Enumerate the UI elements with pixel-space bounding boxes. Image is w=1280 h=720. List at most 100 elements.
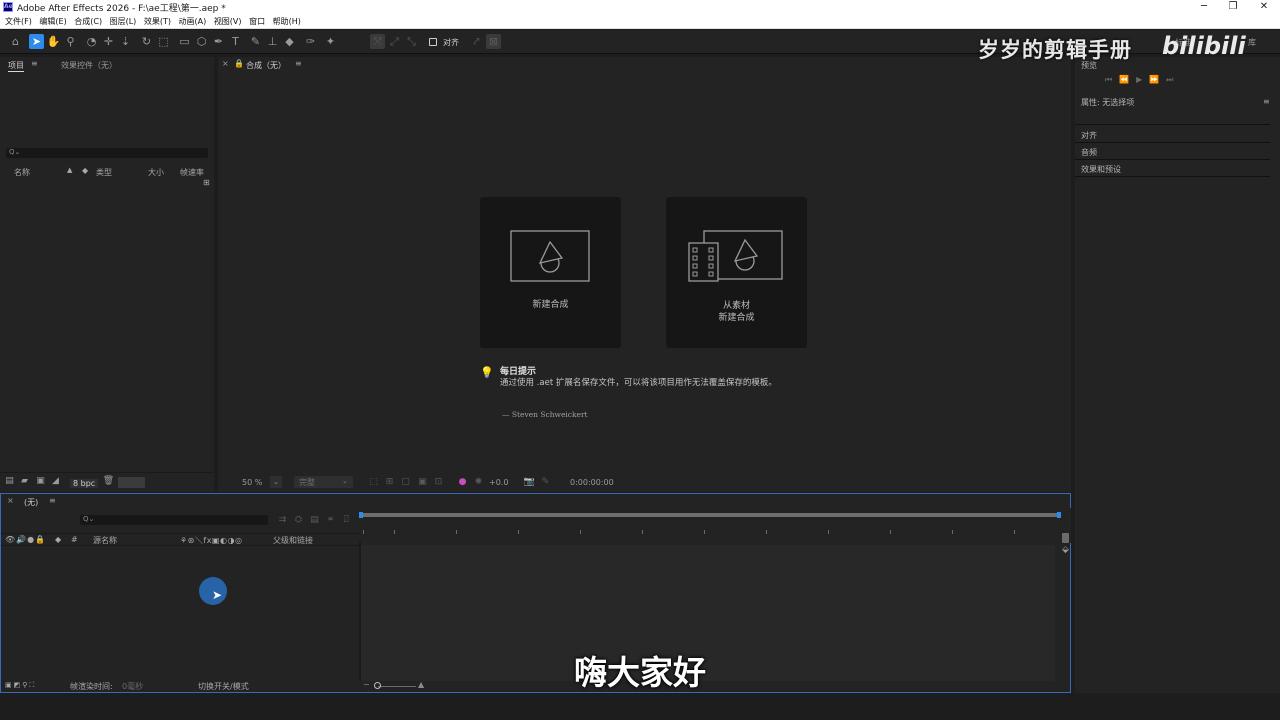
3d-view-icon[interactable]: ⊡ xyxy=(431,475,446,490)
restore-button[interactable]: ❐ xyxy=(1217,0,1249,15)
trash-icon[interactable]: 🗑 xyxy=(101,474,116,489)
new-folder-icon[interactable]: ▰ xyxy=(17,474,32,489)
lock-icon[interactable]: 🔒 xyxy=(234,59,244,68)
frame-blending-icon[interactable]: ⚭ xyxy=(323,513,338,528)
menu-window[interactable]: 窗口 xyxy=(249,15,265,28)
type-tool-icon[interactable]: T xyxy=(228,34,243,49)
comp-flowchart-icon[interactable]: ⇉ xyxy=(275,513,290,528)
layer-search-input[interactable]: Q⌄ xyxy=(80,515,268,525)
menu-animation[interactable]: 动画(A) xyxy=(179,15,207,28)
shape-3d-tool-icon[interactable]: ⬡ xyxy=(194,34,209,49)
transparency-grid-icon[interactable]: ⊞ xyxy=(382,475,397,490)
graph-editor-icon[interactable]: ⍁ xyxy=(339,513,354,528)
local-axis-icon[interactable]: ⤧ xyxy=(370,34,385,49)
anchor-point-tool-icon[interactable]: ⬚ xyxy=(156,34,171,49)
menu-view[interactable]: 视图(V) xyxy=(214,15,242,28)
new-composition-icon[interactable]: ▣ xyxy=(33,474,48,489)
menu-composition[interactable]: 合成(C) xyxy=(74,15,102,28)
shy-layers-icon[interactable]: ▤ xyxy=(307,513,322,528)
tab-effect-controls[interactable]: 效果控件（无） xyxy=(61,60,117,71)
puppet-pin-tool-icon[interactable]: ✦ xyxy=(323,34,338,49)
snapshot-icon[interactable]: 📷 xyxy=(522,475,537,490)
guides-icon[interactable]: ▣ xyxy=(415,475,430,490)
work-area-start-handle[interactable] xyxy=(359,512,363,518)
sort-ascending-icon[interactable]: ▲ xyxy=(67,166,72,174)
menu-edit[interactable]: 编辑(E) xyxy=(39,15,66,28)
snap-extend-icon[interactable]: ⤤ xyxy=(469,34,484,49)
tab-composition[interactable]: 合成（无） xyxy=(246,60,286,71)
effects-presets-panel-title[interactable]: 效果和预设 xyxy=(1081,164,1121,175)
close-button[interactable]: ✕ xyxy=(1248,0,1280,15)
pen-tool-icon[interactable]: ✒ xyxy=(211,34,226,49)
properties-menu-icon[interactable]: ≡ xyxy=(1263,97,1270,106)
project-search-input[interactable]: Q⌄ xyxy=(6,148,208,158)
rotate-tool-icon[interactable]: ↻ xyxy=(139,34,154,49)
chevron-down-icon[interactable]: ⌄ xyxy=(270,476,282,488)
world-axis-icon[interactable]: ⤢ xyxy=(387,34,402,49)
column-layer-number[interactable]: # xyxy=(71,535,78,544)
layer-switches-icons[interactable]: ⚘⊛＼fx▣◐◑◎ xyxy=(180,535,242,546)
timeline-menu-icon[interactable]: ≡ xyxy=(49,496,56,505)
clone-stamp-tool-icon[interactable]: ⊥ xyxy=(265,34,280,49)
show-snapshot-icon[interactable]: ✎ xyxy=(538,475,553,490)
selection-tool-icon[interactable]: ➤ xyxy=(29,34,44,49)
menu-file[interactable]: 文件(F) xyxy=(5,15,32,28)
label-tag-icon[interactable]: ◆ xyxy=(55,535,61,544)
orbit-camera-icon[interactable]: ◔ xyxy=(84,34,99,49)
rectangle-tool-icon[interactable]: ▭ xyxy=(177,34,192,49)
column-source-name[interactable]: 源名称 xyxy=(93,535,117,546)
next-frame-icon[interactable]: ⏩ xyxy=(1149,75,1166,84)
close-tab-icon[interactable]: × xyxy=(7,496,14,505)
roto-brush-tool-icon[interactable]: ✑ xyxy=(303,34,318,49)
column-size[interactable]: 大小 xyxy=(148,167,164,178)
last-frame-icon[interactable]: ⏭ xyxy=(1166,75,1180,84)
home-icon[interactable]: ⌂ xyxy=(8,34,23,49)
minimize-button[interactable]: ─ xyxy=(1188,0,1220,15)
av-switches-icon[interactable]: 👁🔊●🔒 xyxy=(5,535,46,544)
align-panel-title[interactable]: 对齐 xyxy=(1081,130,1097,141)
properties-panel-title[interactable]: 属性: 无选择项 xyxy=(1081,97,1134,108)
composition-menu-icon[interactable]: ≡ xyxy=(295,59,302,68)
tab-project[interactable]: 项目 xyxy=(8,60,24,72)
exposure-value[interactable]: +0.0 xyxy=(489,478,508,487)
region-of-interest-icon[interactable]: ⬚ xyxy=(366,475,381,490)
zoom-tool-icon[interactable]: ⚲ xyxy=(63,34,78,49)
close-tab-icon[interactable]: × xyxy=(222,59,229,68)
channel-icon[interactable]: ● xyxy=(455,475,470,490)
column-name[interactable]: 名称 xyxy=(14,167,30,178)
workspace-libraries[interactable]: 库 xyxy=(1248,37,1256,48)
brush-tool-icon[interactable]: ✎ xyxy=(248,34,263,49)
interpret-footage-icon[interactable]: ▤ xyxy=(2,474,17,489)
new-composition-card[interactable]: 新建合成 xyxy=(480,197,621,348)
label-tag-icon[interactable]: ◆ xyxy=(82,166,88,175)
time-ruler[interactable] xyxy=(359,508,1071,543)
tab-timeline[interactable]: (无) xyxy=(24,497,38,508)
work-area-bar[interactable] xyxy=(361,513,1060,517)
first-frame-icon[interactable]: ⏮ xyxy=(1105,75,1119,84)
current-time[interactable]: 0:00:00:00 xyxy=(570,478,614,487)
bit-depth-button[interactable]: 8 bpc xyxy=(70,479,99,488)
flowchart-icon[interactable]: ⊞ xyxy=(203,178,210,187)
snap-grid-icon[interactable]: ⊠ xyxy=(486,34,501,49)
previous-frame-icon[interactable]: ⏪ xyxy=(1119,75,1136,84)
eraser-tool-icon[interactable]: ◆ xyxy=(282,34,297,49)
draft-3d-icon[interactable]: ⛭ xyxy=(291,513,306,528)
mask-visibility-icon[interactable]: ▢ xyxy=(398,475,413,490)
adjust-icon[interactable]: ◢ xyxy=(48,474,63,489)
new-composition-from-footage-card[interactable]: 从素材 新建合成 xyxy=(666,197,807,348)
resolution-dropdown[interactable]: 完整 ⌄ xyxy=(294,476,353,488)
column-type[interactable]: 类型 xyxy=(96,167,112,178)
magnification-dropdown[interactable]: 50 % xyxy=(242,478,262,487)
project-menu-icon[interactable]: ≡ xyxy=(31,59,38,68)
column-frame-rate[interactable]: 帧速率 xyxy=(180,167,204,178)
pan-camera-icon[interactable]: ✛ xyxy=(101,34,116,49)
snapping-checkbox[interactable] xyxy=(429,38,437,46)
color-management-icon[interactable]: ✺ xyxy=(471,475,486,490)
view-axis-icon[interactable]: ⤡ xyxy=(404,34,419,49)
menu-help[interactable]: 帮助(H) xyxy=(273,15,301,28)
hand-tool-icon[interactable]: ✋ xyxy=(46,34,61,49)
comp-marker-icon[interactable]: ⬙ xyxy=(1062,545,1069,555)
menu-effect[interactable]: 效果(T) xyxy=(144,15,171,28)
time-navigator-handle[interactable] xyxy=(1062,533,1069,543)
play-icon[interactable]: ▶ xyxy=(1136,75,1149,84)
